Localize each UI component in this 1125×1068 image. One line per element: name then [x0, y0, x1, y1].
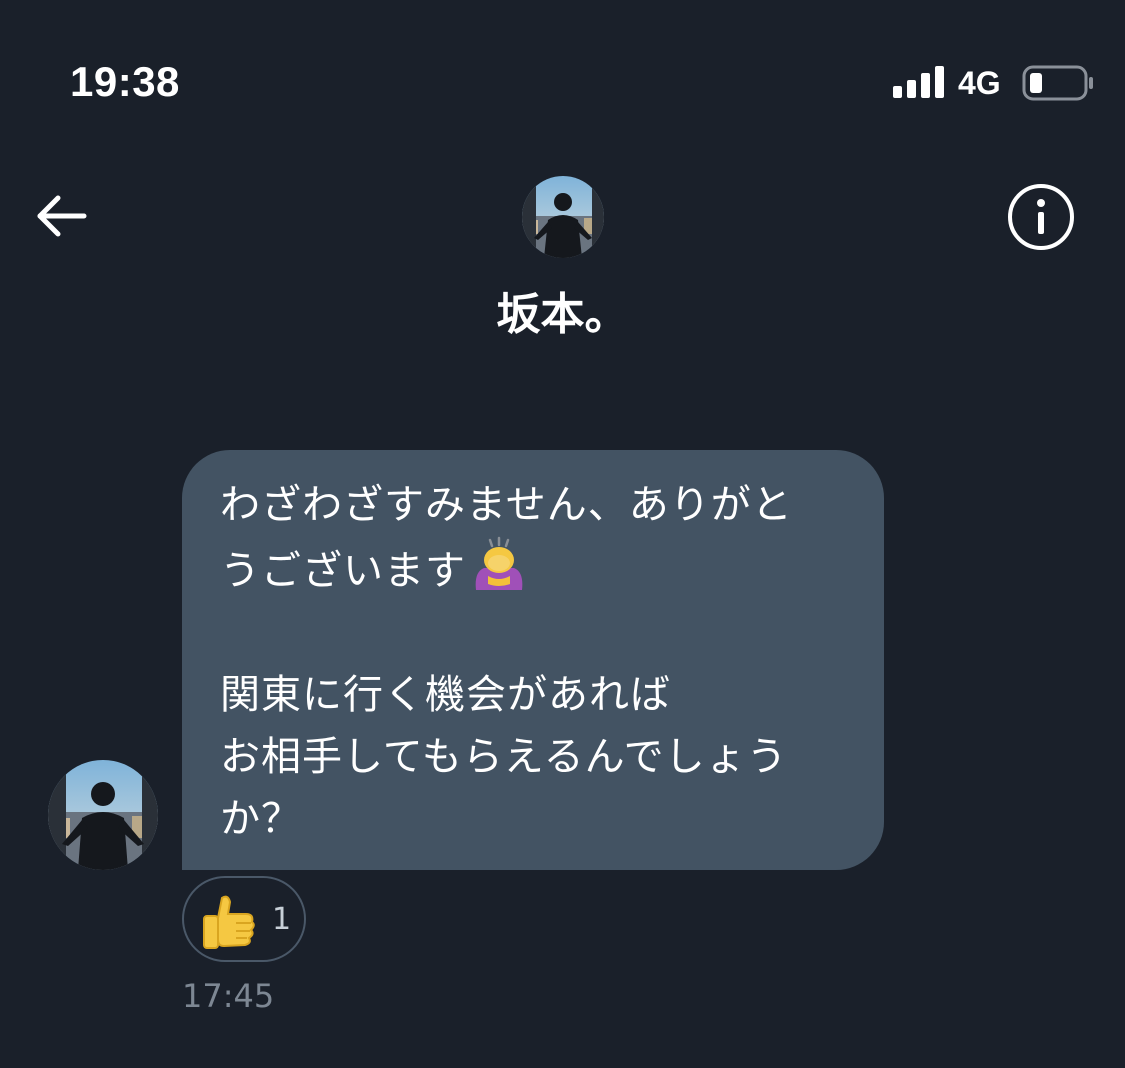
message-line: お相手してもらえるんでしょう [220, 734, 788, 780]
message-line: 関東に行く機会があれば [220, 672, 671, 718]
signal-bars-icon [893, 66, 944, 98]
contact-avatar[interactable] [522, 176, 604, 258]
thumbs-up-icon [203, 895, 255, 949]
message-timestamp: 17:45 [182, 977, 275, 1015]
message-line: わざわざすみません、ありがと [220, 482, 793, 528]
contact-name[interactable]: 坂本。 [0, 286, 1125, 344]
avatar-photo [522, 176, 604, 258]
info-button[interactable] [1006, 182, 1076, 252]
reaction-count: 1 [272, 902, 292, 937]
message-line: うございます [220, 548, 466, 594]
message-bubble[interactable]: わざわざすみません、ありがと うございます 関東に行く機会があれば お相手しても… [182, 450, 884, 870]
sender-avatar[interactable] [48, 760, 158, 870]
battery-low-icon [1022, 65, 1093, 101]
reaction-pill[interactable]: 1 [182, 876, 306, 962]
info-circle-icon [1008, 184, 1074, 250]
message-line: か？ [220, 796, 302, 842]
message-text: わざわざすみません、ありがと うございます 関東に行く機会があれば お相手しても… [220, 474, 854, 850]
person-bowing-icon [475, 536, 523, 590]
back-button[interactable] [30, 188, 92, 244]
network-type: 4G [958, 65, 1001, 101]
status-time: 19:38 [70, 58, 180, 105]
avatar-photo [48, 760, 158, 870]
arrow-left-icon [37, 195, 87, 237]
